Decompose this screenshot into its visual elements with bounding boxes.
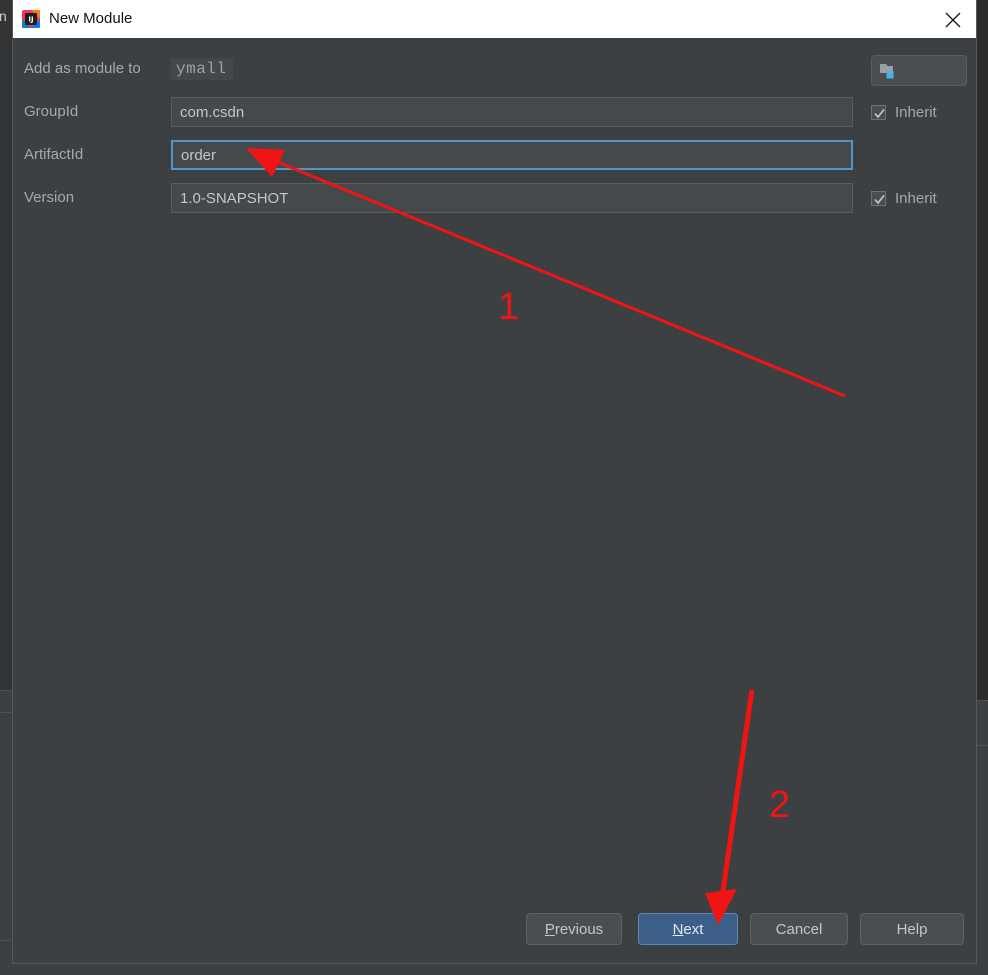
checkbox-checked-icon	[871, 104, 886, 120]
inherit-version-checkbox[interactable]: Inherit	[871, 185, 937, 211]
next-button[interactable]: Next	[638, 913, 738, 945]
artifact-id-input[interactable]	[171, 140, 853, 170]
ide-background-text: n	[0, 8, 7, 24]
module-folder-icon	[880, 63, 898, 80]
cancel-button[interactable]: Cancel	[750, 913, 848, 945]
label-group-id: GroupId	[24, 103, 79, 120]
previous-button-label-rest: revious	[554, 920, 604, 938]
ide-left-divider	[0, 712, 12, 713]
ide-left-tool-strip	[0, 0, 12, 690]
svg-text:IJ: IJ	[28, 16, 33, 24]
ide-left-divider	[0, 940, 12, 941]
close-icon[interactable]	[930, 0, 976, 38]
previous-button-mnemonic: P	[544, 920, 555, 938]
field-row-version: Version Inherit	[13, 183, 976, 213]
dialog-button-bar: Previous Next Cancel Help	[13, 901, 976, 963]
inherit-group-id-checkbox[interactable]: Inherit	[871, 99, 937, 125]
dialog-title: New Module	[49, 10, 133, 27]
add-as-module-to-value[interactable]: ymall	[171, 58, 233, 80]
dialog-bottom-strip	[0, 964, 988, 975]
ide-left-divider	[0, 690, 12, 691]
version-input[interactable]	[171, 183, 853, 213]
help-button[interactable]: Help	[860, 913, 964, 945]
intellij-idea-icon: IJ	[21, 9, 41, 29]
inherit-version-label: Inherit	[895, 189, 937, 207]
field-row-group-id: GroupId Inherit	[13, 97, 976, 127]
field-row-artifact-id: ArtifactId	[13, 140, 976, 170]
module-browse-button[interactable]	[871, 55, 967, 86]
label-version: Version	[24, 189, 75, 206]
field-row-add-as-module-to: Add as module to ymall	[13, 54, 976, 86]
dialog-title-bar: IJ New Module	[13, 0, 976, 38]
label-add-as-module-to: Add as module to	[24, 60, 141, 77]
new-module-dialog: IJ New Module Add as module to ymall Gro…	[12, 0, 977, 964]
module-form: Add as module to ymall GroupId com.csdn …	[13, 38, 976, 901]
ide-left-panel-lower	[0, 690, 12, 975]
inherit-group-id-label: Inherit	[895, 103, 937, 121]
next-button-label-rest: ext	[683, 920, 704, 938]
checkbox-checked-icon	[871, 190, 886, 206]
next-button-mnemonic: N	[672, 920, 684, 938]
ide-right-editor-area	[977, 0, 988, 700]
label-artifact-id: ArtifactId	[24, 146, 84, 163]
group-id-input[interactable]	[171, 97, 853, 127]
previous-button[interactable]: Previous	[526, 913, 622, 945]
